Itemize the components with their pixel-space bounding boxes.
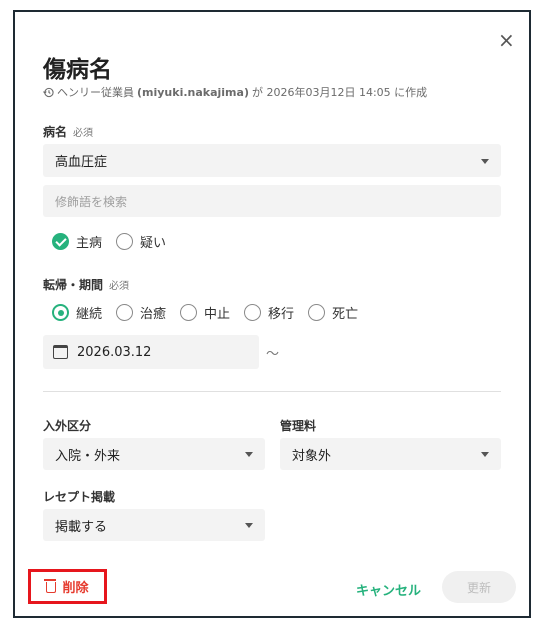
admission-label: 入外区分: [43, 419, 92, 433]
receipt-label: レセプト掲載: [43, 490, 116, 504]
outcome-option-stopped[interactable]: 中止: [180, 303, 230, 322]
modifier-search-input[interactable]: 修飾語を検索: [43, 185, 501, 217]
outcome-option-transferred[interactable]: 移行: [244, 303, 294, 322]
trash-icon: [44, 579, 57, 593]
calendar-icon: [53, 345, 68, 359]
outcome-option-continue[interactable]: 継続: [52, 303, 102, 322]
radio-icon: [244, 304, 262, 321]
start-date-picker[interactable]: 2026.03.12: [43, 335, 259, 369]
created-meta: ヘンリー従業員 (miyuki.nakajima) が 2026年03月12日 …: [43, 84, 427, 100]
chevron-down-icon: [245, 452, 253, 457]
check-circle-icon: [52, 233, 69, 250]
outcome-label-text: 転帰・期間: [43, 278, 104, 292]
delete-button[interactable]: 削除: [28, 569, 107, 604]
outcome-option-label: 死亡: [332, 307, 359, 322]
disease-flags: 主病 疑い: [52, 232, 180, 251]
chevron-down-icon: [481, 452, 489, 457]
outcome-option-label: 移行: [268, 307, 295, 322]
disease-select[interactable]: 高血圧症: [43, 144, 501, 177]
disease-label-text: 病名: [43, 125, 68, 139]
required-mark: 必須: [73, 128, 94, 139]
chevron-down-icon: [245, 523, 253, 528]
dialog-title: 傷病名: [43, 57, 112, 83]
cancel-button[interactable]: キャンセル: [356, 580, 421, 599]
receipt-value: 掲載する: [55, 519, 108, 535]
chevron-down-icon: [481, 158, 489, 164]
required-mark: 必須: [109, 281, 130, 292]
management-fee-select[interactable]: 対象外: [280, 438, 501, 470]
radio-selected-icon: [52, 304, 69, 321]
outcome-option-label: 中止: [204, 307, 231, 322]
meta-suffix: が 2026年03月12日 14:05 に作成: [251, 86, 428, 99]
suspected-label: 疑い: [140, 236, 167, 251]
disease-label: 病名 必須: [43, 123, 93, 140]
section-divider: [43, 391, 501, 392]
meta-user: (miyuki.nakajima): [137, 85, 249, 99]
empty-circle-icon: [116, 233, 134, 250]
suspected-checkbox[interactable]: 疑い: [116, 232, 166, 251]
radio-icon: [180, 304, 198, 321]
outcome-radio-group: 継続 治癒 中止 移行 死亡: [52, 303, 372, 322]
outcome-option-label: 継続: [76, 307, 103, 322]
radio-icon: [308, 304, 326, 321]
range-separator: 〜: [266, 347, 280, 362]
delete-label: 削除: [62, 581, 89, 596]
radio-icon: [116, 304, 134, 321]
outcome-option-cured[interactable]: 治癒: [116, 303, 166, 322]
admission-value: 入院・外来: [55, 448, 121, 464]
main-disease-label: 主病: [76, 236, 103, 251]
outcome-label: 転帰・期間 必須: [43, 276, 129, 293]
admission-select[interactable]: 入院・外来: [43, 438, 265, 470]
management-fee-value: 対象外: [292, 448, 332, 464]
outcome-option-label: 治癒: [140, 307, 167, 322]
start-date-value: 2026.03.12: [77, 344, 152, 360]
management-fee-label: 管理料: [280, 419, 317, 433]
close-icon[interactable]: ×: [498, 30, 515, 50]
history-icon: [43, 87, 54, 97]
meta-prefix: ヘンリー従業員: [57, 86, 134, 99]
main-disease-checkbox[interactable]: 主病: [52, 232, 102, 251]
update-button[interactable]: 更新: [442, 571, 516, 603]
receipt-select[interactable]: 掲載する: [43, 509, 265, 541]
outcome-option-death[interactable]: 死亡: [308, 303, 358, 322]
disease-value: 高血圧症: [55, 155, 108, 170]
